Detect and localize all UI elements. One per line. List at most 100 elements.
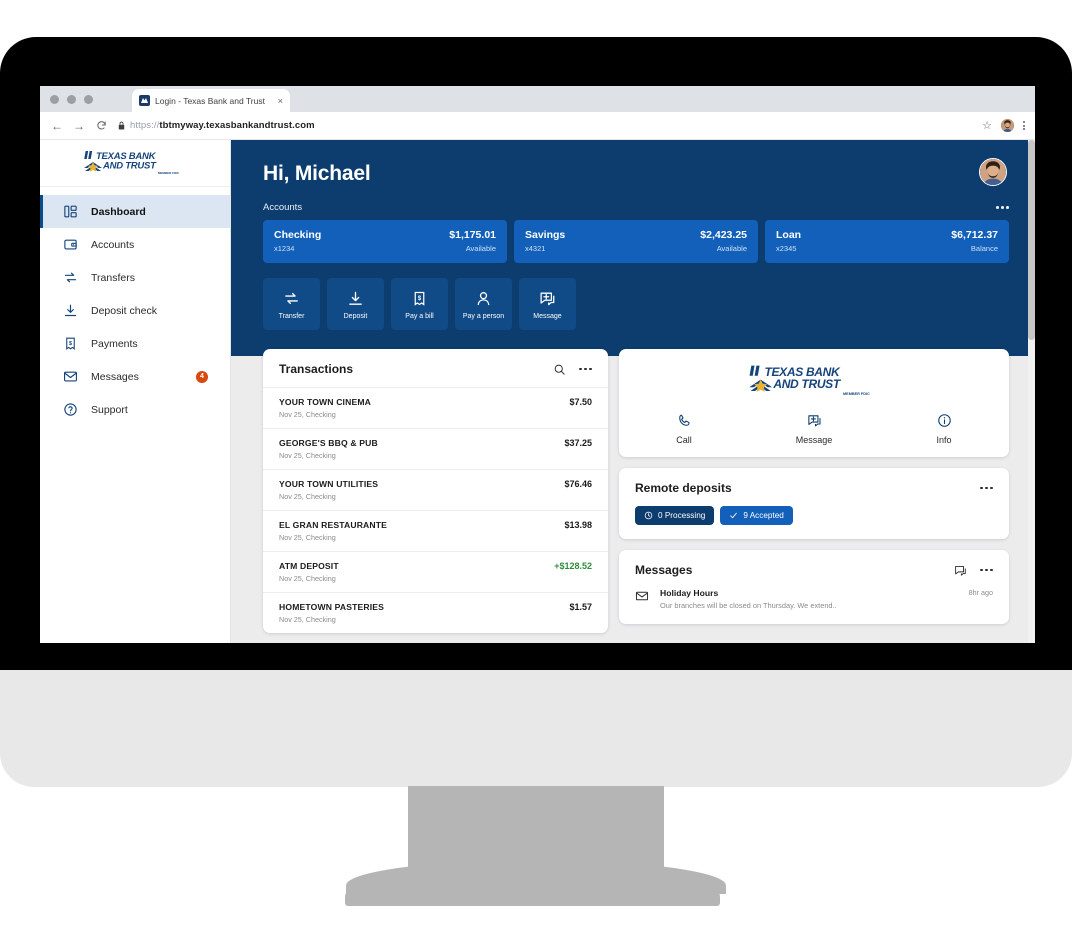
browser-tab[interactable]: Login - Texas Bank and Trust ×: [132, 89, 290, 112]
transaction-name: EL GRAN RESTAURANTE: [279, 520, 388, 530]
contact-card: TEXAS BANK AND TRUST MEMBER FDIC Call Me…: [619, 349, 1009, 457]
account-card[interactable]: Checking $1,175.01 x1234 Available: [263, 220, 507, 263]
user-avatar[interactable]: [979, 158, 1007, 186]
banking-app: TEXAS BANK AND TRUST MEMBER FDIC Dashboa…: [40, 140, 1035, 643]
sidebar-item-accounts[interactable]: Accounts: [40, 228, 230, 261]
texas-bank-logo-svg: TEXAS BANK AND TRUST MEMBER FDIC: [83, 150, 179, 175]
action-pay-a-bill[interactable]: $ Pay a bill: [391, 278, 448, 330]
person-icon: [475, 289, 492, 308]
svg-text:$: $: [69, 341, 72, 347]
transaction-name: GEORGE'S BBQ & PUB: [279, 438, 378, 448]
transaction-name: ATM DEPOSIT: [279, 561, 339, 571]
contact-label: Call: [676, 435, 692, 445]
hero-section: Hi, Michael Accounts Checking $1,175.01 …: [231, 140, 1035, 356]
sidebar-item-dashboard[interactable]: Dashboard: [40, 195, 230, 228]
support-icon: [62, 402, 78, 418]
action-pay-a-person[interactable]: Pay a person: [455, 278, 512, 330]
sidebar-item-deposit-check[interactable]: Deposit check: [40, 294, 230, 327]
maximize-window-dot[interactable]: [84, 95, 93, 104]
action-deposit[interactable]: Deposit: [327, 278, 384, 330]
transaction-row[interactable]: HOMETOWN PASTERIES Nov 25, Checking $1.57: [263, 592, 608, 633]
dashboard-right-column: TEXAS BANK AND TRUST MEMBER FDIC Call Me…: [619, 349, 1009, 635]
forward-icon[interactable]: →: [70, 117, 88, 135]
transaction-meta: Nov 25, Checking: [279, 533, 336, 542]
tab-close-icon[interactable]: ×: [278, 96, 283, 106]
envelope-icon: [635, 589, 649, 603]
toolbar-actions: ☆: [982, 119, 1025, 132]
sidebar-logo[interactable]: TEXAS BANK AND TRUST MEMBER FDIC: [40, 140, 230, 187]
accounts-icon: [62, 237, 78, 253]
address-bar[interactable]: https://tbtmyway.texasbankandtrust.com: [118, 117, 976, 135]
close-window-dot[interactable]: [50, 95, 59, 104]
remote-deposits-card: Remote deposits 0 Processing 9 Accepted: [619, 468, 1009, 539]
remote-deposits-more-icon[interactable]: [979, 486, 993, 490]
action-label: Transfer: [278, 312, 305, 320]
transaction-row[interactable]: ATM DEPOSIT Nov 25, Checking +$128.52: [263, 551, 608, 592]
check-icon: [729, 511, 738, 520]
account-number: x4321: [525, 244, 546, 253]
messages-more-icon[interactable]: [979, 568, 993, 572]
accounts-more-icon[interactable]: [995, 206, 1009, 209]
contact-call[interactable]: Call: [619, 412, 749, 445]
card-title: Remote deposits: [635, 481, 732, 495]
account-card[interactable]: Savings $2,423.25 x4321 Available: [514, 220, 758, 263]
contact-label: Message: [795, 435, 833, 445]
transaction-amount: $13.98: [564, 520, 592, 530]
message-preview: Our branches will be closed on Thursday.…: [660, 601, 837, 610]
action-label: Pay a person: [462, 312, 505, 320]
svg-text:AND TRUST: AND TRUST: [772, 377, 842, 391]
transactions-more-icon[interactable]: [578, 367, 592, 371]
main-content: Hi, Michael Accounts Checking $1,175.01 …: [231, 140, 1035, 643]
browser-profile-avatar[interactable]: [1001, 119, 1014, 132]
window-controls[interactable]: [50, 95, 93, 104]
transaction-row[interactable]: EL GRAN RESTAURANTE Nov 25, Checking $13.…: [263, 510, 608, 551]
page-scrollbar-thumb[interactable]: [1028, 140, 1035, 340]
account-card[interactable]: Loan $6,712.37 x2345 Balance: [765, 220, 1009, 263]
contact-info[interactable]: Info: [879, 412, 1009, 445]
tab-title: Login - Texas Bank and Trust: [155, 95, 265, 106]
action-message[interactable]: Message: [519, 278, 576, 330]
svg-text:$: $: [418, 296, 422, 302]
minimize-window-dot[interactable]: [67, 95, 76, 104]
action-label: Message: [533, 312, 562, 320]
sidebar-item-payments[interactable]: $ Payments: [40, 327, 230, 360]
transaction-row[interactable]: GEORGE'S BBQ & PUB Nov 25, Checking $37.2…: [263, 428, 608, 469]
tab-favicon: [139, 95, 150, 106]
message-list-item[interactable]: Holiday Hours Our branches will be close…: [619, 588, 1009, 624]
remote-deposits-pills: 0 Processing 9 Accepted: [619, 506, 1009, 539]
pill-processing[interactable]: 0 Processing: [635, 506, 715, 525]
dashboard-icon: [62, 204, 78, 220]
page-scrollbar[interactable]: [1028, 140, 1035, 643]
accounts-header: Accounts: [263, 202, 1009, 213]
reload-icon[interactable]: [92, 117, 110, 135]
action-transfer[interactable]: Transfer: [263, 278, 320, 330]
account-number: x1234: [274, 244, 295, 253]
account-name: Checking: [274, 229, 322, 241]
page-title: Hi, Michael: [263, 162, 371, 185]
browser-menu-icon[interactable]: [1023, 121, 1025, 130]
sidebar-item-support[interactable]: Support: [40, 393, 230, 426]
search-icon[interactable]: [553, 363, 566, 376]
transaction-row[interactable]: YOUR TOWN CINEMA Nov 25, Checking $7.50: [263, 387, 608, 428]
transactions-card-header: Transactions: [263, 349, 608, 387]
bookmark-star-icon[interactable]: ☆: [982, 119, 992, 132]
new-message-icon[interactable]: [954, 564, 967, 577]
pill-accepted[interactable]: 9 Accepted: [720, 506, 793, 525]
transaction-row[interactable]: YOUR TOWN UTILITIES Nov 25, Checking $76.…: [263, 469, 608, 510]
info-icon: [937, 412, 952, 429]
transaction-name: YOUR TOWN UTILITIES: [279, 479, 379, 489]
sidebar-item-label: Deposit check: [91, 304, 157, 317]
sidebar-item-label: Accounts: [91, 238, 135, 251]
sidebar-item-label: Dashboard: [91, 205, 146, 218]
account-type: Available: [465, 244, 496, 253]
sidebar-item-messages[interactable]: Messages 4: [40, 360, 230, 393]
transaction-meta: Nov 25, Checking: [279, 492, 336, 501]
contact-message[interactable]: Message: [749, 412, 879, 445]
messages-card-header: Messages: [619, 550, 1009, 588]
transaction-meta: Nov 25, Checking: [279, 451, 336, 460]
sidebar-item-label: Payments: [91, 337, 138, 350]
pill-label: 0 Processing: [658, 511, 706, 520]
back-icon[interactable]: ←: [48, 117, 66, 135]
transaction-amount: $37.25: [564, 438, 592, 448]
sidebar-item-transfers[interactable]: Transfers: [40, 261, 230, 294]
